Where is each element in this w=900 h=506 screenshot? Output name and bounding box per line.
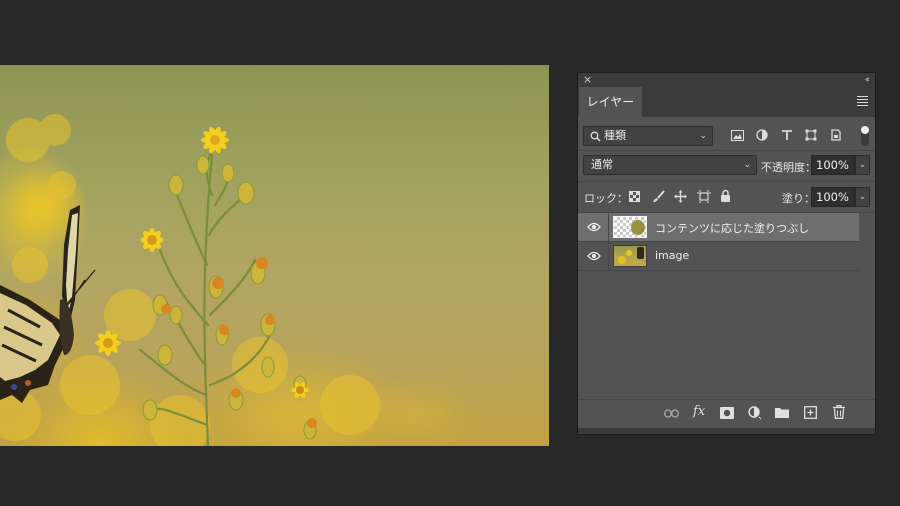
panel-menu-icon[interactable] <box>857 96 868 108</box>
divider <box>578 270 859 271</box>
chevron-down-icon: ⌄ <box>743 160 751 170</box>
type-filter-icon[interactable] <box>781 129 793 141</box>
layer-name[interactable]: image <box>655 249 689 262</box>
blend-row: 通常 ⌄ 不透明度： 100% ⌄ <box>578 151 875 181</box>
layer-name[interactable]: コンテンツに応じた塗りつぶし <box>655 220 809 236</box>
smart-object-filter-icon[interactable] <box>830 129 842 141</box>
panel-title-bar: × ‹‹ <box>578 73 875 87</box>
eye-icon[interactable] <box>587 222 601 232</box>
layer-thumbnail[interactable] <box>613 216 647 238</box>
lock-label: ロック： <box>584 192 628 205</box>
divider <box>608 213 609 241</box>
layers-panel: × ‹‹ レイヤー 種類 ⌄ 通常 ⌄ 不透明度： 100% ⌄ ロック： 塗り… <box>578 73 875 434</box>
lock-position-icon[interactable] <box>674 190 687 203</box>
lock-artboard-icon[interactable] <box>697 190 711 203</box>
lock-transparent-pixels-icon[interactable] <box>629 191 640 202</box>
opacity-label: 不透明度： <box>761 161 816 174</box>
filter-kind-select[interactable]: 種類 ⌄ <box>583 126 713 146</box>
eye-icon[interactable] <box>587 251 601 261</box>
search-icon <box>590 131 601 142</box>
collapse-panel-icon[interactable]: ‹‹ <box>865 73 870 87</box>
layer-style-icon[interactable]: fx <box>693 404 705 419</box>
fill-dropdown-button[interactable]: ⌄ <box>855 187 870 207</box>
layer-row-image[interactable]: image <box>578 242 859 270</box>
canvas-image[interactable] <box>0 65 549 446</box>
filter-toggle[interactable] <box>861 126 869 146</box>
adjustment-filter-icon[interactable] <box>756 129 768 141</box>
flower-photo-illustration <box>0 114 380 446</box>
panel-footer: fx <box>578 399 875 428</box>
delete-layer-icon[interactable] <box>833 405 845 419</box>
panel-tab-row: レイヤー <box>578 87 875 117</box>
lock-all-icon[interactable] <box>720 189 731 202</box>
layer-thumbnail[interactable] <box>613 245 647 267</box>
fill-input[interactable]: 100% <box>811 187 855 207</box>
layer-row-content-aware-fill[interactable]: コンテンツに応じた塗りつぶし <box>578 213 859 241</box>
divider <box>608 242 609 270</box>
layers-scrollbar[interactable] <box>861 213 875 399</box>
lock-row: ロック： 塗り： 100% ⌄ <box>578 182 875 212</box>
opacity-input[interactable]: 100% <box>811 155 855 175</box>
filter-row: 種類 ⌄ <box>578 117 875 150</box>
tab-layers[interactable]: レイヤー <box>579 87 642 117</box>
panel-resize-handle[interactable] <box>578 428 875 434</box>
blend-mode-select[interactable]: 通常 ⌄ <box>583 155 757 175</box>
new-layer-icon[interactable] <box>804 406 817 419</box>
lock-image-pixels-icon[interactable] <box>652 190 665 203</box>
filter-kind-label: 種類 <box>604 129 626 142</box>
link-layers-icon[interactable] <box>664 409 679 418</box>
shape-filter-icon[interactable] <box>805 129 817 141</box>
opacity-dropdown-button[interactable]: ⌄ <box>855 155 870 175</box>
close-panel-icon[interactable]: × <box>583 73 592 87</box>
new-group-icon[interactable] <box>775 407 789 418</box>
add-mask-icon[interactable] <box>720 407 734 419</box>
blend-mode-value: 通常 <box>591 158 613 171</box>
image-filter-icon[interactable] <box>731 130 744 141</box>
chevron-down-icon: ⌄ <box>699 131 707 141</box>
adjustment-layer-icon[interactable] <box>748 406 762 420</box>
